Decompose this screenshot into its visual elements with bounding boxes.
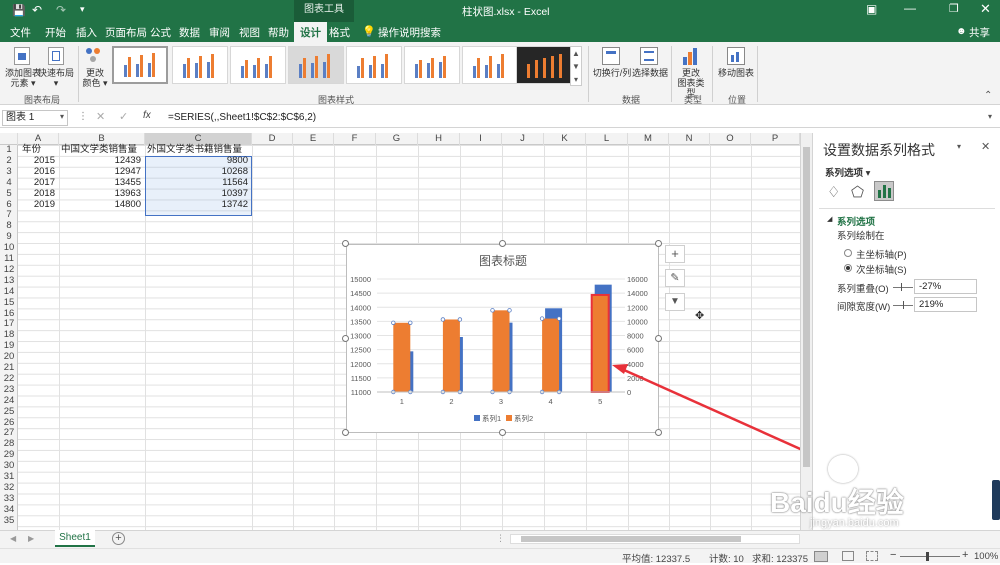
prev-sheet-icon[interactable]: ◀ (10, 534, 16, 543)
overlap-value-input[interactable]: -27% (914, 279, 977, 294)
zoom-out-icon[interactable]: − (890, 549, 896, 561)
status-bar: 平均值: 12337.5 计数: 10 求和: 123375 − + 100% (0, 548, 1000, 565)
watermark-brand: Baidu经验 (770, 487, 904, 518)
more-options-icon: ⋮ (496, 533, 505, 543)
paw-logo (828, 455, 858, 483)
horizontal-scrollbar[interactable] (510, 534, 800, 544)
normal-view-icon[interactable] (814, 551, 828, 562)
gap-width-slider-thumb[interactable] (903, 301, 904, 309)
add-sheet-button[interactable]: + (112, 532, 125, 545)
pane-title: 设置数据系列格式 (823, 142, 935, 158)
gap-width-label: 间隙宽度(W) (837, 302, 891, 313)
zoom-level[interactable]: 100% (974, 551, 998, 562)
vertical-scroll-thumb[interactable] (803, 147, 810, 467)
section-collapse-icon[interactable]: ◢ (827, 215, 832, 223)
series-options-chart-icon[interactable] (874, 181, 894, 201)
primary-axis-label: 主坐标轴(P) (856, 250, 907, 261)
pane-close-icon[interactable]: ✕ (981, 140, 990, 153)
secondary-axis-label: 次坐标轴(S) (856, 265, 907, 276)
fill-line-icon[interactable]: ♢ (827, 183, 840, 201)
sheet-tabs-bar: ◀ ▶ Sheet1 + ⋮ (0, 530, 1000, 548)
zoom-in-icon[interactable]: + (962, 549, 968, 561)
secondary-axis-radio[interactable] (844, 264, 852, 272)
page-break-view-icon[interactable] (866, 551, 878, 561)
section-header[interactable]: 系列选项 (837, 214, 875, 228)
series-options-dropdown[interactable]: 系列选项 ▾ (825, 165, 870, 179)
baidu-watermark: Baidu经验 jingyan.baidu.com (770, 455, 950, 535)
overlap-label: 系列重叠(O) (837, 284, 889, 295)
page-layout-view-icon[interactable] (842, 551, 854, 561)
zoom-slider[interactable] (900, 556, 960, 557)
zoom-slider-thumb[interactable] (926, 552, 929, 561)
gap-width-value-input[interactable]: 219% (914, 297, 977, 312)
horizontal-scroll-thumb[interactable] (521, 536, 741, 542)
overlap-slider-thumb[interactable] (901, 283, 902, 291)
side-widget (992, 480, 1000, 520)
primary-axis-radio[interactable] (844, 249, 852, 257)
next-sheet-icon[interactable]: ▶ (28, 534, 34, 543)
plot-series-on-label: 系列绘制在 (837, 231, 885, 242)
pane-divider (819, 208, 995, 209)
overlap-slider[interactable] (893, 287, 913, 288)
series-options-label: 系列选项 (825, 168, 864, 179)
pane-options-icon[interactable]: ▾ (957, 142, 961, 151)
sheet-tab-sheet1[interactable]: Sheet1 (55, 530, 95, 547)
effects-pentagon-icon[interactable]: ⬠ (851, 183, 864, 201)
watermark-url: jingyan.baidu.com (810, 517, 899, 529)
